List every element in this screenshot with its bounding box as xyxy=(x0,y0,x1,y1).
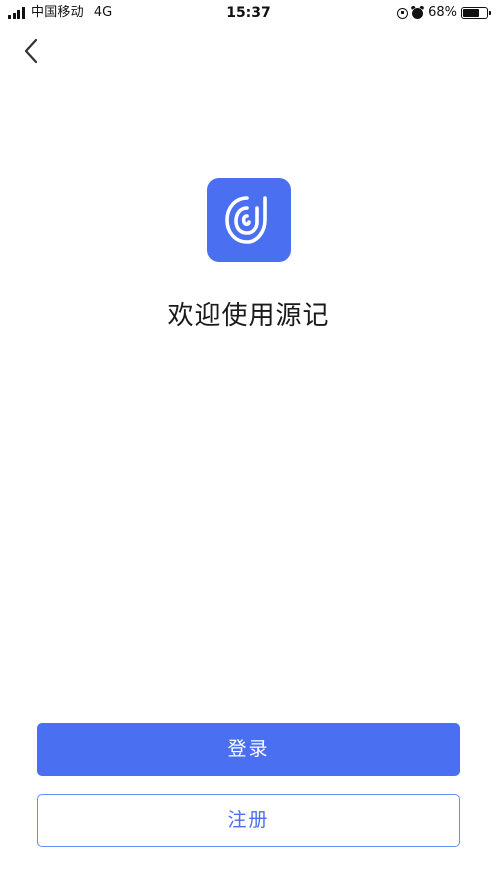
chevron-left-icon xyxy=(24,38,38,64)
battery-percent: 68% xyxy=(428,5,457,20)
welcome-title: 欢迎使用源记 xyxy=(167,301,330,331)
register-button[interactable]: 注册 xyxy=(37,794,460,847)
status-right: 68% xyxy=(397,4,491,22)
alarm-icon xyxy=(412,7,424,19)
rotation-lock-icon xyxy=(397,7,409,19)
login-button[interactable]: 登录 xyxy=(37,723,460,776)
back-button[interactable] xyxy=(14,34,48,68)
battery-icon xyxy=(461,7,491,19)
status-bar: 中国移动 4G 15:37 68% xyxy=(0,0,497,26)
app-logo-icon xyxy=(225,196,267,244)
battery-fill xyxy=(463,9,479,17)
app-logo xyxy=(207,178,291,262)
